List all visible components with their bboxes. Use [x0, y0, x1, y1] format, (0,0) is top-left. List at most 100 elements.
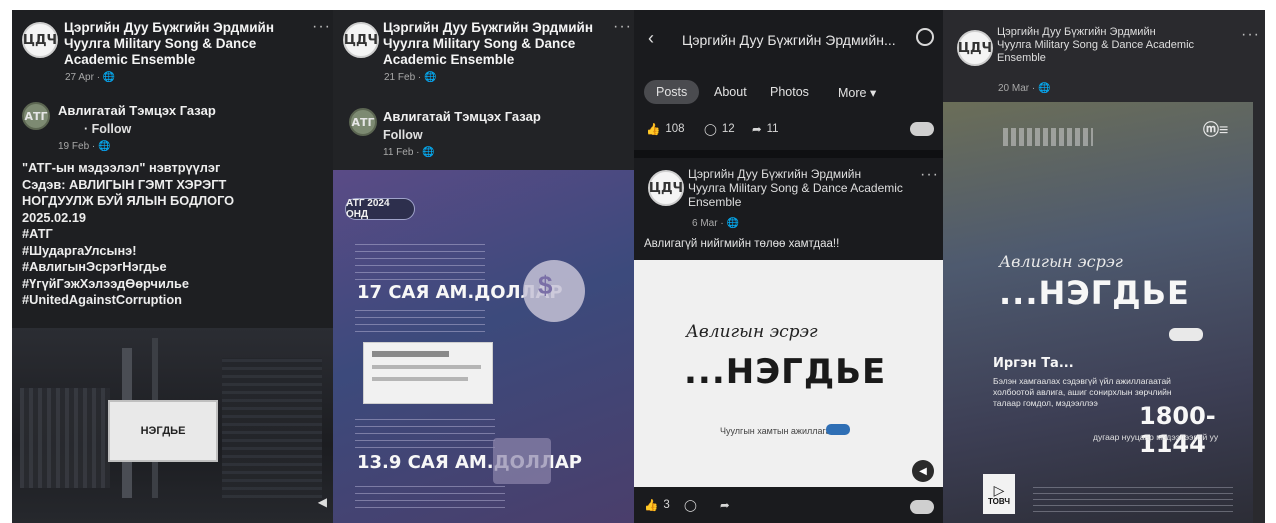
studio-screen: НЭГДЬЕ: [108, 400, 218, 462]
page-name-line: Цэргийн Дуу Бүжгийн Эрдмийн: [64, 20, 274, 35]
page-name-line: Цэргийн Дуу Бүжгийн Эрдмийн: [997, 26, 1156, 38]
page-avatar[interactable]: ЦДЧ: [648, 170, 684, 206]
more-options-icon[interactable]: ···: [1241, 26, 1260, 44]
page-feed-panel: ‹ Цэргийн Дуу Бүжгийн Эрдмийн... Posts A…: [634, 10, 943, 523]
page-name-line: Чуулга Military Song & Dance: [64, 36, 257, 51]
hotline-caption: дугаар нууцаар мэдээлээрэй уу: [1093, 432, 1219, 442]
post-line: 2025.02.19: [22, 209, 87, 225]
post-image[interactable]: АТГ 2024 ОНД 17 САЯ АМ.ДОЛЛАР $ 13.9 САЯ…: [333, 170, 634, 523]
post-panel-4: ЦДЧ Цэргийн Дуу Бүжгийн Эрдмийн Чуулга M…: [943, 10, 1265, 523]
more-options-icon[interactable]: ···: [613, 18, 632, 36]
shared-page-avatar[interactable]: АТГ: [22, 102, 50, 130]
like-button[interactable]: 👍 3: [644, 498, 670, 512]
hashtag[interactable]: #АТГ: [22, 226, 322, 243]
hashtag[interactable]: #АвлигынЭсрэгНэгдье: [22, 259, 322, 276]
share-icon: ➦: [720, 500, 730, 512]
more-options-icon[interactable]: ···: [312, 18, 331, 36]
search-icon[interactable]: [916, 28, 934, 46]
post-date: 6 Mar · 🌐: [692, 218, 739, 229]
page-name[interactable]: Цэргийн Дуу Бүжгийн Эрдмийн Чуулга Milit…: [383, 20, 623, 68]
post-text: Авлигагүй нийгмийн төлөө хамтдаа!!: [644, 238, 840, 250]
comment-count: 12: [721, 123, 735, 135]
body-line: холбоотой авлига, ашиг сонирхлын зөрчлий…: [993, 387, 1172, 397]
page-name[interactable]: Цэргийн Дуу Бүжгийн Эрдмийн Чуулга Milit…: [688, 167, 918, 209]
building-icon: [493, 438, 551, 484]
profile-switch-icon[interactable]: [910, 500, 934, 514]
share-button[interactable]: ➦: [720, 498, 730, 512]
shared-page-name[interactable]: Авлигатай Тэмцэх Газар: [58, 103, 216, 118]
post-text: "АТГ-ын мэдээлэл" нэвтрүүлэг Сэдэв: АВЛИ…: [22, 160, 322, 309]
post-date: 20 Mar · 🌐: [998, 83, 1051, 94]
post-line: НОГДУУЛЖ БУЙ ЯЛЫН БОДЛОГО: [22, 193, 235, 208]
hotline-number: 1800-1144: [1139, 402, 1216, 458]
hashtag[interactable]: #ҮгүйГэжХэлээдӨөрчилье: [22, 276, 322, 293]
share-icon: ➦: [752, 124, 762, 136]
shared-page-name[interactable]: Авлигатай Тэмцэх Газар: [383, 109, 541, 124]
comment-button[interactable]: ◯ 12: [704, 122, 735, 136]
caption-lines: [355, 310, 485, 332]
tovch-label: ТОВЧ: [987, 496, 1010, 506]
divider: [634, 150, 943, 158]
post-date: 21 Feb · 🌐: [384, 72, 437, 83]
volume-icon[interactable]: ◀: [318, 495, 327, 509]
tovch-logo: ▷ ТОВЧ: [983, 474, 1015, 514]
page-name-line: Чуулга Military Song & Dance: [383, 36, 576, 51]
page-name-line: Ensemble: [997, 52, 1046, 64]
comment-icon: ◯: [704, 124, 717, 136]
dollar-icon: $: [538, 270, 553, 300]
like-button[interactable]: 👍 108: [646, 122, 685, 136]
page-name[interactable]: Цэргийн Дуу Бүжгийн Эрдмийн Чуулга Milit…: [64, 20, 324, 68]
post-image[interactable]: Авлигын эсрэг ...НЭГДЬЕ Чуулгын хамтын а…: [634, 260, 943, 487]
volume-icon[interactable]: ◀: [912, 460, 934, 482]
screen-text: НЭГДЬЕ: [140, 425, 186, 437]
more-options-icon[interactable]: ···: [920, 166, 939, 184]
follow-link[interactable]: · Follow: [84, 122, 131, 136]
page-avatar[interactable]: ЦДЧ: [22, 22, 58, 58]
shared-date: 19 Feb · 🌐: [58, 141, 111, 152]
comment-icon: ◯: [684, 500, 697, 512]
back-arrow-icon[interactable]: ‹: [648, 28, 654, 49]
page-name-line: Ensemble: [688, 195, 742, 209]
page-avatar[interactable]: ЦДЧ: [957, 30, 993, 66]
post-video[interactable]: НЭГДЬЕ ◀: [12, 328, 333, 523]
body-line: Бэлэн хамгаалах сэдэвгүй үйл ажиллагаата…: [993, 376, 1171, 386]
slogan-script: Авлигын эсрэг: [686, 322, 818, 342]
post-image[interactable]: ⓜ≡ Авлигын эсрэг ...НЭГДЬЕ Иргэн Та... Б…: [943, 102, 1253, 523]
header-title: Цэргийн Дуу Бүжгийн Эрдмийн...: [682, 32, 896, 48]
follow-link[interactable]: Follow: [383, 128, 423, 142]
page-name-line: Чуулга Military Song & Dance Academic: [688, 181, 903, 195]
like-count: 3: [663, 499, 670, 511]
like-icon: 👍: [644, 500, 659, 512]
page-name-line: Academic Ensemble: [383, 52, 515, 67]
shared-page-avatar[interactable]: АТГ: [349, 108, 377, 136]
play-icon: ▷: [993, 481, 1005, 498]
caption-lines: [355, 240, 485, 280]
hashtag[interactable]: #UnitedAgainstCorruption: [22, 292, 322, 309]
caption-lines: [355, 480, 505, 508]
tab-posts[interactable]: Posts: [644, 80, 700, 104]
money-bag-icon: [523, 260, 585, 322]
post-panel-1: ЦДЧ Цэргийн Дуу Бүжгийн Эрдмийн Чуулга M…: [12, 10, 333, 523]
share-count: 11: [766, 123, 779, 135]
comment-button[interactable]: ◯: [684, 498, 697, 512]
info-badge: АТГ 2024 ОНД: [345, 198, 415, 220]
shared-date: 11 Feb · 🌐: [383, 147, 435, 158]
page-name[interactable]: Цэргийн Дуу Бүжгийн Эрдмийн Чуулга Milit…: [997, 26, 1247, 65]
like-count: 108: [665, 123, 685, 135]
page-avatar[interactable]: ЦДЧ: [343, 22, 379, 58]
image-caption: Чуулгын хамтын ажиллагаа: [720, 426, 836, 436]
document-thumbnail: [363, 342, 493, 404]
post-panel-2: ЦДЧ Цэргийн Дуу Бүжгийн Эрдмийн Чуулга M…: [333, 10, 634, 523]
header-logos: [1003, 128, 1093, 146]
tab-about[interactable]: About: [714, 85, 747, 99]
page-name-line: Цэргийн Дуу Бүжгийн Эрдмийн: [688, 167, 862, 181]
share-button[interactable]: ➦ 11: [752, 122, 779, 136]
tab-photos[interactable]: Photos: [770, 85, 809, 99]
hashtag[interactable]: #ШударгаУлсынэ!: [22, 243, 322, 260]
page-name-line: Чуулга Military Song & Dance Academic: [997, 39, 1195, 51]
slogan-script: Авлигын эсрэг: [999, 252, 1123, 271]
tab-more[interactable]: More ▾: [838, 85, 876, 100]
hotline-badge: [826, 424, 850, 435]
profile-switch-icon[interactable]: [910, 122, 934, 136]
studio-wall: [222, 358, 322, 498]
